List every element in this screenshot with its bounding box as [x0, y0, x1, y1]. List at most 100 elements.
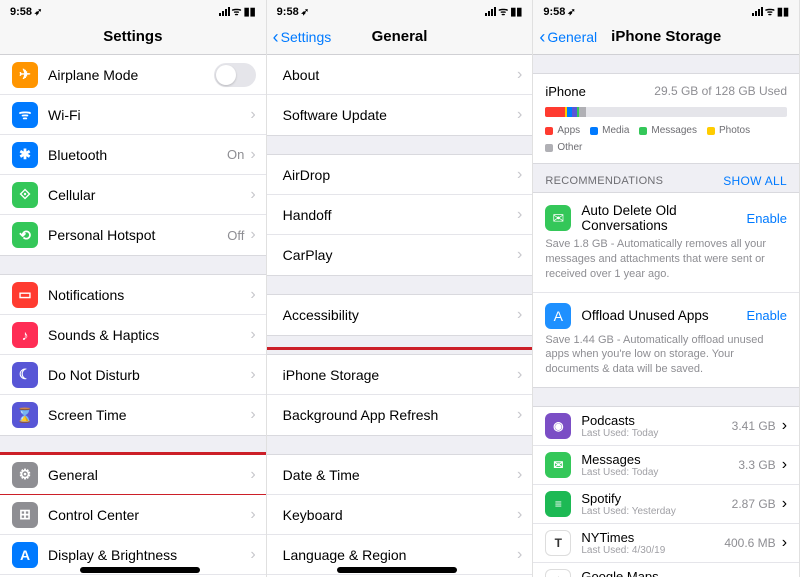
app-row[interactable]: ✉MessagesLast Used: Today3.3 GB›: [533, 446, 799, 485]
general-row[interactable]: iPhone Storage›: [267, 355, 533, 395]
signal-icon: [485, 7, 496, 16]
toggle[interactable]: [214, 63, 256, 87]
row-label: Software Update: [283, 107, 517, 123]
status-time: 9:58: [277, 6, 299, 18]
legend-swatch: [545, 127, 553, 135]
row-label: Date & Time: [283, 467, 517, 483]
app-info: Google MapsLast Used: Yesterday: [581, 569, 724, 577]
chevron-right-icon: ›: [517, 466, 522, 484]
location-icon: ➶: [567, 7, 575, 18]
app-icon: T: [545, 530, 571, 556]
chevron-right-icon: ›: [250, 546, 255, 564]
general-row[interactable]: CarPlay›: [267, 235, 533, 275]
chevron-right-icon: ›: [782, 573, 787, 577]
row-label: Bluetooth: [48, 147, 227, 163]
general-list: About›Software Update›AirDrop›Handoff›Ca…: [267, 55, 533, 577]
battery-icon: ▮▮: [777, 5, 789, 18]
app-icon: ≡: [545, 491, 571, 517]
row-icon: ✈: [12, 62, 38, 88]
nav-title: Settings: [103, 28, 162, 45]
settings-row[interactable]: ☾Do Not Disturb›: [0, 355, 266, 395]
settings-row[interactable]: ✱BluetoothOn›: [0, 135, 266, 175]
status-time: 9:58: [10, 6, 32, 18]
chevron-right-icon: ›: [782, 495, 787, 513]
show-all-link[interactable]: SHOW ALL: [723, 174, 787, 188]
chevron-right-icon: ›: [782, 417, 787, 435]
location-icon: ➶: [301, 7, 309, 18]
general-row[interactable]: Keyboard›: [267, 495, 533, 535]
row-label: About: [283, 67, 517, 83]
app-info: MessagesLast Used: Today: [581, 452, 738, 478]
settings-row[interactable]: ♪Sounds & Haptics›: [0, 315, 266, 355]
settings-row[interactable]: ⚙General›: [0, 455, 266, 495]
app-name: Messages: [581, 452, 738, 467]
app-row[interactable]: ⬢Google MapsLast Used: Yesterday305.6 MB…: [533, 563, 799, 577]
chevron-left-icon: ‹: [273, 28, 279, 46]
general-row[interactable]: Accessibility›: [267, 295, 533, 335]
row-icon: ☾: [12, 362, 38, 388]
general-row[interactable]: Handoff›: [267, 195, 533, 235]
general-row[interactable]: Date & Time›: [267, 455, 533, 495]
app-sub: Last Used: Yesterday: [581, 506, 731, 517]
general-row[interactable]: Background App Refresh›: [267, 395, 533, 435]
app-row[interactable]: ◉PodcastsLast Used: Today3.41 GB›: [533, 407, 799, 446]
reco-title: Offload Unused Apps: [581, 308, 736, 323]
back-label: General: [547, 29, 597, 45]
legend-swatch: [639, 127, 647, 135]
enable-link[interactable]: Enable: [747, 211, 787, 226]
row-label: Handoff: [283, 207, 517, 223]
app-info: NYTimesLast Used: 4/30/19: [581, 530, 724, 556]
row-label: Background App Refresh: [283, 407, 517, 423]
settings-row[interactable]: ⟲Personal HotspotOff›: [0, 215, 266, 255]
legend-item: Media: [590, 125, 629, 136]
app-sub: Last Used: Today: [581, 467, 738, 478]
back-button[interactable]: ‹General: [539, 28, 597, 46]
chevron-right-icon: ›: [517, 106, 522, 124]
general-row[interactable]: Software Update›: [267, 95, 533, 135]
chevron-right-icon: ›: [782, 534, 787, 552]
row-icon: ⊞: [12, 502, 38, 528]
chevron-right-icon: ›: [250, 106, 255, 124]
chevron-right-icon: ›: [517, 166, 522, 184]
chevron-right-icon: ›: [517, 66, 522, 84]
nav-title: iPhone Storage: [611, 28, 721, 45]
legend-label: Media: [602, 125, 629, 136]
app-size: 2.87 GB: [732, 497, 776, 511]
legend-label: Photos: [719, 125, 750, 136]
storage-legend: AppsMediaMessagesPhotosOther: [545, 125, 787, 153]
settings-list: ✈Airplane ModeᯤWi-Fi›✱BluetoothOn›⟐Cellu…: [0, 55, 266, 577]
enable-link[interactable]: Enable: [747, 308, 787, 323]
reco-row[interactable]: AOffload Unused AppsEnableSave 1.44 GB -…: [533, 293, 799, 388]
back-button[interactable]: ‹Settings: [273, 28, 332, 46]
app-name: Google Maps: [581, 569, 724, 577]
settings-row[interactable]: ⟐Cellular›: [0, 175, 266, 215]
reco-row[interactable]: ✉Auto Delete Old ConversationsEnableSave…: [533, 193, 799, 293]
nav-bar: Settings: [0, 19, 266, 55]
row-label: Control Center: [48, 507, 250, 523]
storage-summary: iPhone 29.5 GB of 128 GB Used AppsMediaM…: [533, 73, 799, 164]
chevron-right-icon: ›: [250, 466, 255, 484]
settings-row[interactable]: ⊞Control Center›: [0, 495, 266, 535]
battery-icon: ▮▮: [510, 5, 522, 18]
app-size: 400.6 MB: [724, 536, 775, 550]
row-label: General: [48, 467, 250, 483]
settings-row[interactable]: ▭Notifications›: [0, 275, 266, 315]
redaction: [337, 567, 457, 573]
row-value: Off: [227, 228, 244, 243]
general-row[interactable]: About›: [267, 55, 533, 95]
app-size: 3.3 GB: [738, 458, 775, 472]
legend-swatch: [590, 127, 598, 135]
row-label: Screen Time: [48, 407, 250, 423]
general-row[interactable]: AirDrop›: [267, 155, 533, 195]
chevron-right-icon: ›: [517, 546, 522, 564]
settings-row[interactable]: ᯤWi-Fi›: [0, 95, 266, 135]
settings-row[interactable]: ✈Airplane Mode: [0, 55, 266, 95]
battery-icon: ▮▮: [244, 5, 256, 18]
settings-row[interactable]: ⌛Screen Time›: [0, 395, 266, 435]
app-row[interactable]: T NYTimesLast Used: 4/30/19400.6 MB ›: [533, 524, 799, 563]
app-icon: ⬢: [545, 569, 571, 577]
legend-label: Apps: [557, 125, 580, 136]
row-value: On: [227, 147, 244, 162]
app-row[interactable]: ≡SpotifyLast Used: Yesterday2.87 GB›: [533, 485, 799, 524]
legend-swatch: [707, 127, 715, 135]
